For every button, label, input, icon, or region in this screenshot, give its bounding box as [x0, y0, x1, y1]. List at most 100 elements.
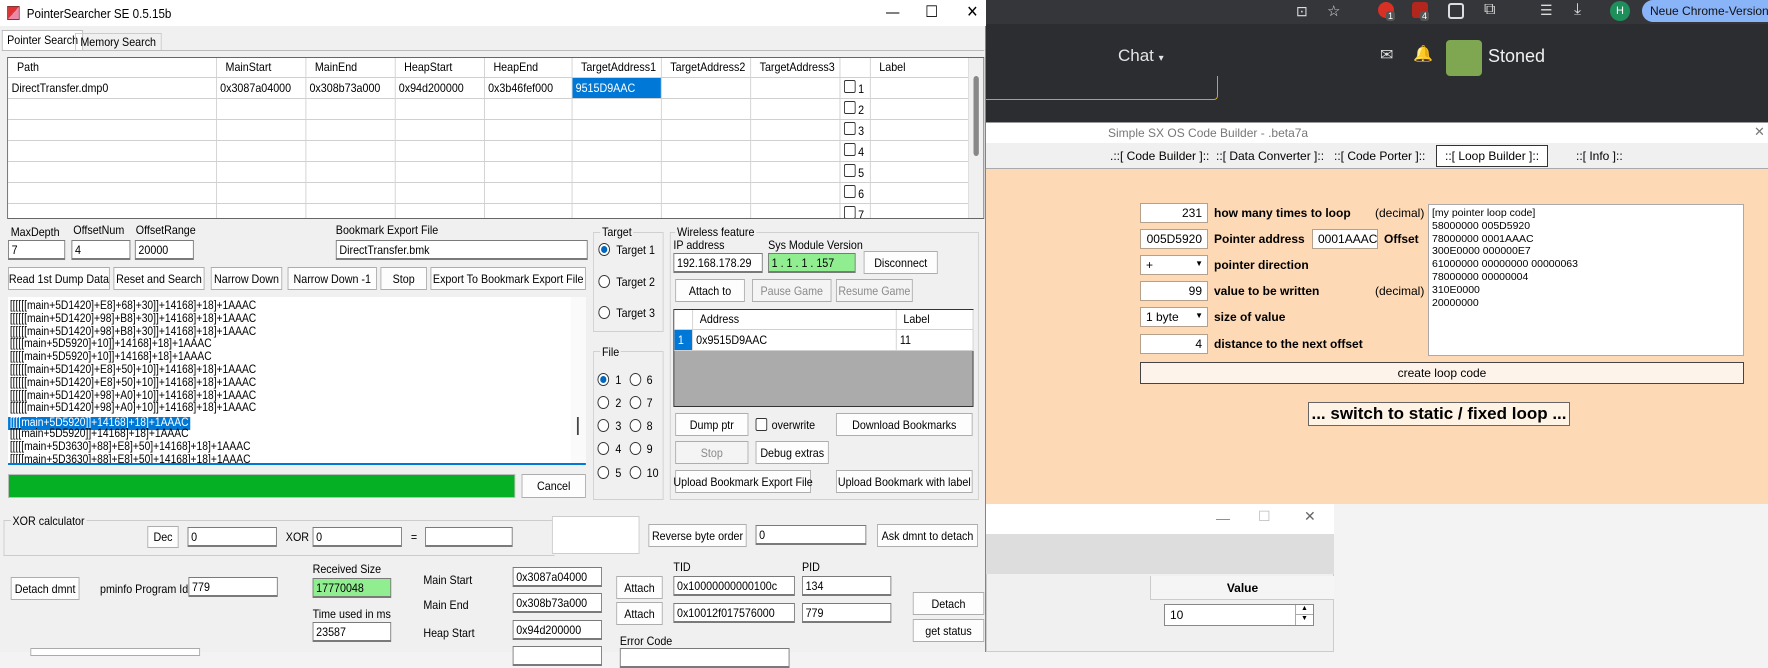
pid-field-1[interactable]: 134	[802, 576, 892, 596]
xor-result[interactable]	[425, 527, 513, 547]
col-target2[interactable]: TargetAddress2	[660, 58, 751, 78]
file-3-radio[interactable]	[597, 419, 610, 432]
target-1-radio[interactable]	[598, 243, 610, 256]
offsetnum-input[interactable]: 4	[71, 240, 131, 260]
narrow-down-minus-button[interactable]: Narrow Down -1	[287, 267, 377, 290]
wireless-stop-button[interactable]: Stop	[675, 441, 749, 464]
list-item[interactable]: [[[[[main+5D3630]+88]+E8]+50]+14168]+18]…	[8, 454, 586, 463]
narrow-down-button[interactable]: Narrow Down	[210, 267, 283, 290]
reset-search-button[interactable]: Reset and Search	[113, 267, 205, 290]
main-end-field[interactable]: 0x308b73a000	[512, 593, 602, 613]
tab-memory-search[interactable]: Memory Search	[75, 33, 162, 50]
update-chrome-button[interactable]: Neue Chrome-Version	[1642, 0, 1768, 22]
download-icon[interactable]: ⤓	[1574, 1, 1581, 19]
pointer-address-input[interactable]: 005D5920	[1140, 229, 1208, 249]
dump-grid[interactable]: Path MainStart MainEnd HeapStart HeapEnd…	[7, 57, 985, 219]
tab-pointer-search[interactable]: Pointer Search	[1, 30, 84, 50]
bm-address-cell[interactable]: 0x9515D9AAC	[692, 329, 897, 351]
tab-loop-builder[interactable]: ::[ Loop Builder ]::	[1436, 145, 1549, 167]
file-5-label[interactable]: 5	[615, 466, 621, 480]
target-3-label[interactable]: Target 3	[616, 306, 655, 320]
col-mainstart[interactable]: MainStart	[216, 58, 306, 78]
table-row[interactable]: 5	[8, 161, 969, 183]
table-row[interactable]: 4	[8, 140, 969, 162]
col-target1[interactable]: TargetAddress1	[571, 58, 662, 78]
col-label[interactable]: Label	[869, 58, 969, 78]
table-row[interactable]: 6	[8, 182, 969, 204]
target-2-label[interactable]: Target 2	[616, 275, 655, 289]
dump-ptr-button[interactable]: Dump ptr	[675, 413, 749, 436]
result-scroll-thumb[interactable]	[576, 417, 579, 435]
dec-button[interactable]: Dec	[147, 526, 179, 548]
bm-row-number[interactable]: 1	[674, 329, 693, 351]
xor-b-input[interactable]: 0	[312, 527, 402, 547]
offsetrange-input[interactable]: 20000	[134, 240, 194, 260]
mail-icon[interactable]: ✉	[1380, 45, 1393, 65]
grid-scroll-thumb[interactable]	[973, 76, 979, 156]
reverse-byte-button[interactable]: Reverse byte order	[648, 524, 747, 547]
cell-target2[interactable]	[660, 77, 751, 99]
create-loop-code-button[interactable]: create loop code	[1140, 362, 1744, 384]
loop-count-input[interactable]: 231	[1140, 203, 1208, 223]
list-item[interactable]: [[[[[[main+5D1420]+98]+B8]+30]]+14168]+1…	[8, 313, 586, 326]
pminfo-input[interactable]: 779	[188, 577, 278, 597]
result-scrollbar[interactable]	[570, 297, 586, 463]
row-checkbox[interactable]	[843, 100, 856, 114]
table-row[interactable]: 3	[8, 119, 969, 141]
row-checkbox[interactable]	[843, 184, 856, 198]
col-heapend[interactable]: HeapEnd	[484, 58, 573, 78]
table-row[interactable]: 2	[8, 98, 969, 120]
cell-mainstart[interactable]: 0x3087a04000	[216, 77, 306, 99]
switch-static-loop-button[interactable]: ... switch to static / fixed loop ...	[1308, 402, 1570, 426]
file-2-radio[interactable]	[597, 396, 610, 409]
bookmark-star-icon[interactable]: ☆	[1327, 2, 1340, 20]
grid-scrollbar[interactable]	[968, 58, 984, 218]
export-bookmark-button[interactable]: Export To Bookmark Export File	[430, 267, 586, 290]
upload-label-button[interactable]: Upload Bookmark with label	[835, 470, 973, 493]
cell-heapend[interactable]: 0x3b46fef000	[484, 77, 573, 99]
puzzle-icon[interactable]: ⧉	[1484, 1, 1495, 19]
value-size-select[interactable]: 1 byte ▼	[1140, 307, 1208, 327]
stop-button[interactable]: Stop	[380, 267, 427, 290]
tab-data-converter[interactable]: ::[ Data Converter ]::	[1208, 146, 1332, 166]
builder-close-icon[interactable]: ✕	[1754, 124, 1765, 140]
list-item[interactable]: [[[[[main+5D5920]+10]]+14168]+18]+1AAAC	[8, 351, 586, 364]
extension-icon-3[interactable]	[1448, 3, 1464, 19]
file-6-label[interactable]: 6	[647, 373, 653, 387]
attach-button-1[interactable]: Attach	[616, 576, 663, 599]
detach-button[interactable]: Detach	[912, 592, 985, 615]
resume-game-button[interactable]: Resume Game	[835, 279, 913, 302]
col-mainend[interactable]: MainEnd	[305, 58, 396, 78]
col-address[interactable]: Address	[692, 310, 897, 330]
cell-heapstart[interactable]: 0x94d200000	[394, 77, 485, 99]
value-written-input[interactable]: 99	[1140, 281, 1208, 301]
list-item[interactable]: [[[[[[main+5D1420]+98]+A0]+10]]+14168]+1…	[8, 402, 586, 415]
reading-list-icon[interactable]: ☰	[1540, 2, 1553, 19]
tab-code-porter[interactable]: ::[ Code Porter ]::	[1326, 146, 1433, 166]
cell-mainend[interactable]: 0x308b73a000	[305, 77, 396, 99]
bm-label-cell[interactable]: 11	[895, 329, 974, 351]
minimize-icon[interactable]: —	[886, 4, 899, 21]
debug-extras-button[interactable]: Debug extras	[755, 441, 829, 464]
file-1-radio[interactable]	[597, 373, 610, 386]
target-1-label[interactable]: Target 1	[616, 243, 655, 257]
file-4-radio[interactable]	[597, 442, 610, 455]
pointer-direction-select[interactable]: + ▼	[1140, 255, 1208, 275]
up-arrow-icon[interactable]: ▲	[1295, 605, 1313, 615]
username[interactable]: Stoned	[1488, 46, 1545, 67]
cell-check[interactable]: 1	[839, 77, 871, 99]
heap-end-field[interactable]	[512, 646, 602, 666]
list-item[interactable]: [[[[[[main+5D1420]+E8]+50]+10]]+14168]+1…	[8, 364, 586, 377]
file-3-label[interactable]: 3	[615, 419, 621, 433]
row-checkbox[interactable]	[843, 121, 856, 135]
get-status-button[interactable]: get status	[912, 619, 985, 642]
list-item[interactable]: [[[[[[main+5D1420]+E8]+50]+10]]+14168]+1…	[8, 377, 586, 390]
row-checkbox[interactable]	[843, 163, 856, 177]
tab-code-builder[interactable]: .::[ Code Builder ]::	[1102, 146, 1217, 166]
value-stepper[interactable]: 10 ▲ ▼	[1164, 604, 1314, 626]
row-checkbox[interactable]	[843, 205, 856, 218]
list-item[interactable]: [[[[[[main+5D1420]+E8]+68]+30]]+14168]+1…	[8, 300, 586, 313]
tid-field-2[interactable]: 0x10012f017576000	[673, 603, 795, 623]
cancel-button[interactable]: Cancel	[521, 474, 586, 498]
close-icon[interactable]: ✕	[966, 2, 978, 22]
